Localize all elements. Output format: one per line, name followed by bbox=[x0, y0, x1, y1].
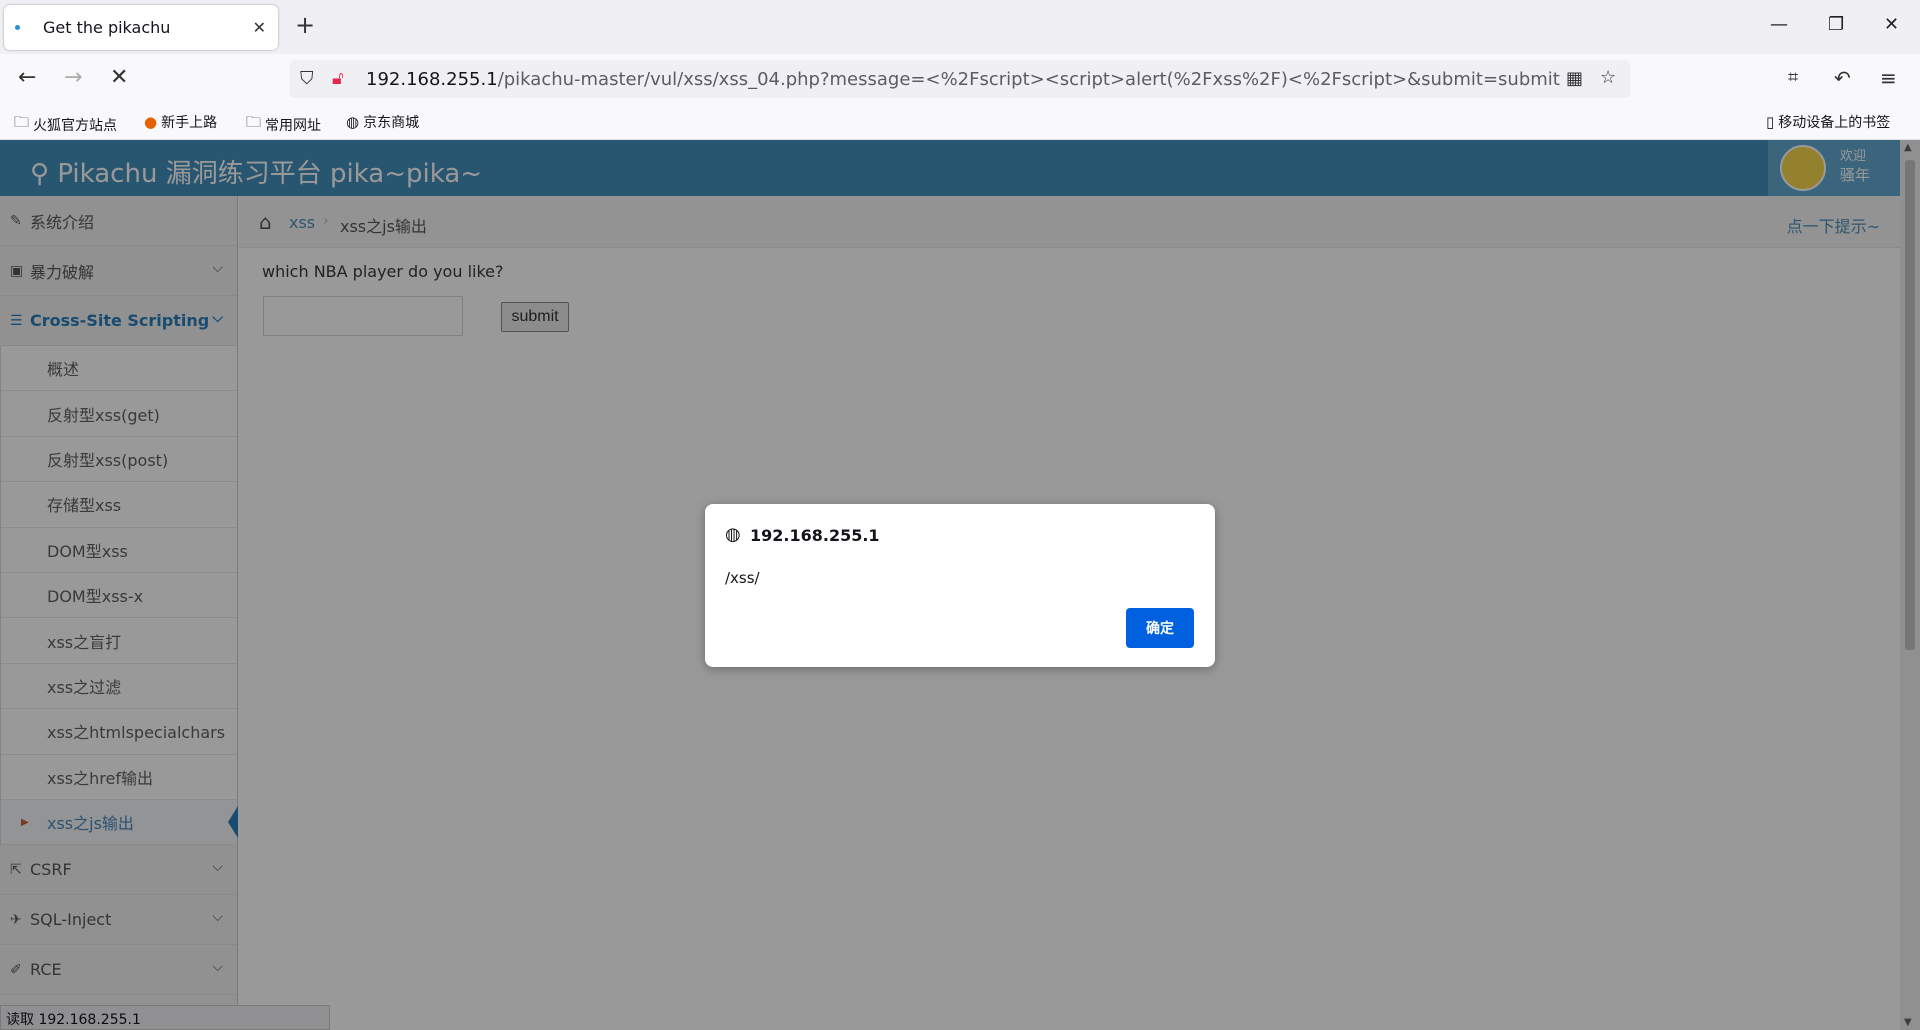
close-window-icon[interactable]: ✕ bbox=[1884, 14, 1899, 35]
alert-dialog: ◍ 192.168.255.1 /xss/ 确定 bbox=[705, 504, 1215, 667]
loading-indicator-icon bbox=[15, 25, 20, 30]
folder-icon: 🗀 bbox=[246, 113, 262, 131]
firefox-icon: ● bbox=[144, 113, 158, 131]
dialog-title: 192.168.255.1 bbox=[750, 526, 880, 545]
mobile-icon: ▯ bbox=[1766, 113, 1775, 131]
bookmarks-bar: 🗀 火狐官方站点 ● 新手上路 🗀 常用网址 ◍ 京东商城 ▯ 移动设备上的书签 bbox=[0, 104, 1920, 140]
qr-code-icon[interactable]: ▦ bbox=[1566, 68, 1583, 89]
url-host: 192.168.255.1 bbox=[366, 69, 498, 90]
minimize-icon[interactable]: — bbox=[1770, 14, 1788, 35]
tab-bar: Get the pikachu ✕ + — ❐ ✕ bbox=[0, 0, 1920, 54]
url-text[interactable]: 192.168.255.1/pikachu-master/vul/xss/xss… bbox=[366, 69, 1560, 90]
restore-icon[interactable]: ❐ bbox=[1828, 14, 1844, 35]
bookmark-star-icon[interactable]: ☆ bbox=[1600, 67, 1616, 88]
forward-icon[interactable]: → bbox=[64, 65, 82, 91]
navigation-bar: ← → ✕ ⛉ 🔓︎ 192.168.255.1/pikachu-master/… bbox=[0, 54, 1920, 104]
bookmark-item[interactable]: 🗀 常用网址 bbox=[246, 112, 321, 137]
new-tab-icon[interactable]: + bbox=[295, 13, 315, 37]
bookmark-item[interactable]: ◍ 京东商城 bbox=[346, 112, 419, 132]
bookmark-item[interactable]: 🗀 火狐官方站点 bbox=[14, 112, 117, 137]
tab-title: Get the pikachu bbox=[43, 18, 171, 37]
bookmark-item[interactable]: ● 新手上路 bbox=[144, 112, 217, 132]
dialog-message: /xss/ bbox=[725, 569, 760, 587]
close-tab-icon[interactable]: ✕ bbox=[253, 18, 266, 37]
insecure-lock-icon[interactable]: 🔓︎ bbox=[332, 68, 344, 89]
folder-icon: 🗀 bbox=[14, 113, 30, 131]
undo-icon[interactable]: ↶ bbox=[1834, 65, 1851, 91]
menu-icon[interactable]: ≡ bbox=[1880, 65, 1897, 91]
url-bar[interactable]: ⛉ 🔓︎ 192.168.255.1/pikachu-master/vul/xs… bbox=[290, 60, 1630, 98]
ok-button[interactable]: 确定 bbox=[1126, 608, 1194, 648]
shield-icon[interactable]: ⛉ bbox=[300, 68, 314, 89]
back-icon[interactable]: ← bbox=[18, 65, 36, 91]
url-path: /pikachu-master/vul/xss/xss_04.php?messa… bbox=[497, 69, 1560, 90]
stop-icon[interactable]: ✕ bbox=[110, 65, 128, 91]
crop-icon[interactable]: ⌗ bbox=[1788, 65, 1798, 91]
globe-icon: ◍ bbox=[346, 113, 360, 131]
globe-icon: ◍ bbox=[725, 524, 741, 545]
mobile-bookmarks[interactable]: ▯ 移动设备上的书签 bbox=[1766, 112, 1890, 132]
browser-tab[interactable]: Get the pikachu ✕ bbox=[4, 5, 278, 50]
